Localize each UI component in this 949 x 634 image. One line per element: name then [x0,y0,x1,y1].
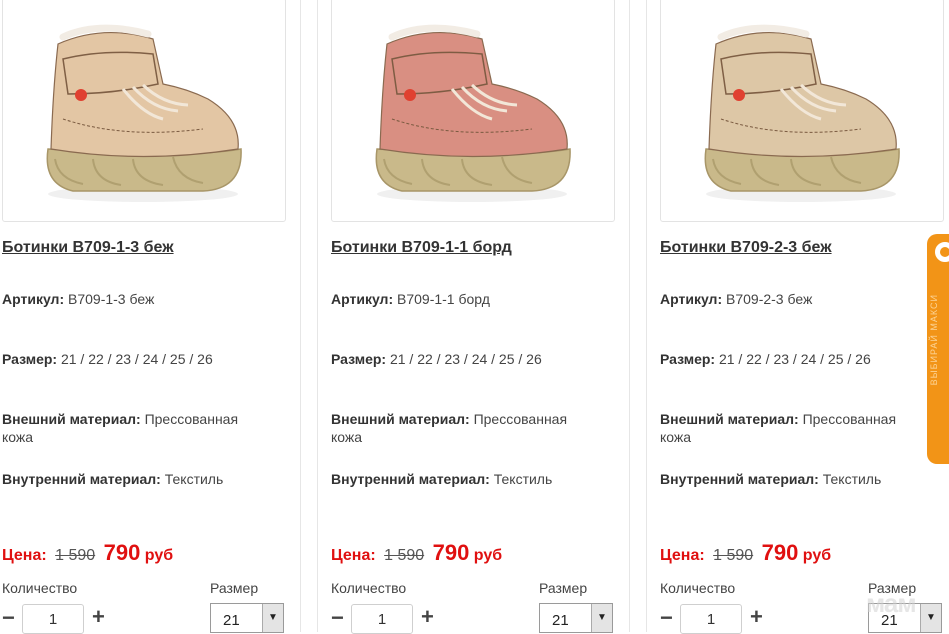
outer-material-label: Внешний материал: [2,411,141,427]
sizes-label: Размер: [2,351,58,367]
currency: руб [802,547,832,564]
article-row: Артикул: B709-1-1 борд [331,290,601,308]
inner-material-row: Внутренний материал: Текстиль [331,470,601,488]
inner-material-value: Текстиль [822,471,882,487]
article-row: Артикул: B709-2-3 беж [660,290,930,308]
shoe-image [375,24,571,202]
product-title-link[interactable]: Ботинки B709-1-1 борд [331,239,512,257]
price-row: Цена: 1 590 790 руб [2,540,173,566]
price-label: Цена: [2,547,47,564]
decrease-quantity-button[interactable]: − [660,607,673,629]
watermark: мам [866,588,917,618]
old-price: 1 590 [384,547,425,564]
outer-material-label: Внешний материал: [660,411,799,427]
side-promo-tab[interactable]: ВЫБИРАЙ МАКСИ [927,234,949,464]
sizes-row: Размер: 21 / 22 / 23 / 24 / 25 / 26 [660,350,930,368]
circle-ring-icon [935,242,949,262]
column-divider [646,0,647,632]
article-label: Артикул: [2,291,65,307]
currency: руб [473,547,503,564]
chevron-down-icon[interactable]: ▼ [262,604,283,632]
product-title-link[interactable]: Ботинки B709-1-3 беж [2,239,174,257]
shoe-image [46,24,242,202]
product-title-link[interactable]: Ботинки B709-2-3 беж [660,239,832,257]
product-image[interactable] [660,0,944,222]
increase-quantity-button[interactable]: + [92,604,105,630]
shoe-image [704,24,900,202]
outer-material-row: Внешний материал: Прессованная кожа [331,410,601,446]
quantity-label: Количество [2,580,78,596]
sizes-value: 21 / 22 / 23 / 24 / 25 / 26 [718,351,871,367]
chevron-down-icon[interactable]: ▼ [920,604,941,632]
sizes-row: Размер: 21 / 22 / 23 / 24 / 25 / 26 [2,350,272,368]
article-value: B709-1-3 беж [68,291,155,307]
product-card: Ботинки B709-1-1 борд Артикул: B709-1-1 … [331,0,631,634]
sizes-row: Размер: 21 / 22 / 23 / 24 / 25 / 26 [331,350,601,368]
article-value: B709-2-3 беж [726,291,813,307]
inner-material-value: Текстиль [493,471,553,487]
inner-material-label: Внутренний материал: [2,471,161,487]
quantity-input[interactable] [22,604,84,634]
quantity-input[interactable] [351,604,413,634]
article-row: Артикул: B709-1-3 беж [2,290,272,308]
product-image[interactable] [331,0,615,222]
quantity-label: Количество [660,580,736,596]
old-price: 1 590 [713,547,754,564]
new-price: 790 [432,540,470,565]
decrease-quantity-button[interactable]: − [2,607,15,629]
article-label: Артикул: [660,291,723,307]
chevron-down-icon[interactable]: ▼ [591,604,612,632]
article-value: B709-1-1 борд [397,291,490,307]
size-select-value: 21 [552,612,569,629]
increase-quantity-button[interactable]: + [421,604,434,630]
new-price: 790 [103,540,141,565]
sizes-label: Размер: [660,351,716,367]
sizes-value: 21 / 22 / 23 / 24 / 25 / 26 [60,351,213,367]
price-row: Цена: 1 590 790 руб [660,540,831,566]
sizes-value: 21 / 22 / 23 / 24 / 25 / 26 [389,351,542,367]
size-select-label: Размер [539,580,588,596]
article-label: Артикул: [331,291,394,307]
price-label: Цена: [660,547,705,564]
product-card: Ботинки B709-2-3 беж Артикул: B709-2-3 б… [660,0,949,634]
size-select[interactable]: 21 ▼ [539,603,613,633]
inner-material-label: Внутренний материал: [331,471,490,487]
new-price: 790 [761,540,799,565]
quantity-label: Количество [331,580,407,596]
outer-material-label: Внешний материал: [331,411,470,427]
currency: руб [144,547,174,564]
size-select[interactable]: 21 ▼ [210,603,284,633]
sizes-label: Размер: [331,351,387,367]
decrease-quantity-button[interactable]: − [331,607,344,629]
side-tab-text: ВЫБИРАЙ МАКСИ [929,294,939,386]
quantity-input[interactable] [680,604,742,634]
inner-material-row: Внутренний материал: Текстиль [2,470,272,488]
inner-material-value: Текстиль [164,471,224,487]
product-image[interactable] [2,0,286,222]
old-price: 1 590 [55,547,96,564]
product-card: Ботинки B709-1-3 беж Артикул: B709-1-3 б… [2,0,302,634]
outer-material-row: Внешний материал: Прессованная кожа [2,410,272,446]
price-label: Цена: [331,547,376,564]
increase-quantity-button[interactable]: + [750,604,763,630]
column-divider [317,0,318,632]
inner-material-label: Внутренний материал: [660,471,819,487]
outer-material-row: Внешний материал: Прессованная кожа [660,410,930,446]
price-row: Цена: 1 590 790 руб [331,540,502,566]
inner-material-row: Внутренний материал: Текстиль [660,470,930,488]
size-select-label: Размер [210,580,259,596]
size-select-value: 21 [223,612,240,629]
